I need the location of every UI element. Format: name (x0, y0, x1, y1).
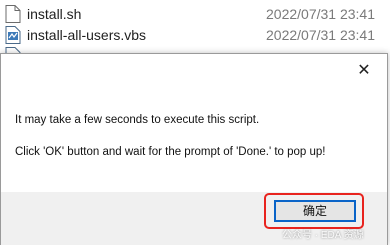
dialog-body: It may take a few seconds to execute thi… (1, 84, 387, 192)
file-name: install-all-users.vbs (27, 27, 147, 43)
close-icon: ✕ (357, 62, 371, 79)
ok-button[interactable]: 确定 (274, 200, 356, 222)
close-button[interactable]: ✕ (353, 60, 375, 82)
message-line-1: It may take a few seconds to execute thi… (15, 114, 260, 126)
file-row[interactable]: install-all-users.vbs 2022/07/31 23:41 (0, 24, 390, 46)
screen: install.sh 2022/07/31 23:41 install-all-… (0, 0, 390, 245)
file-row[interactable]: install.sh 2022/07/31 23:41 (0, 3, 390, 25)
file-date: 2022/07/31 23:41 (266, 6, 375, 22)
vbs-script-icon (5, 26, 21, 44)
watermark: 公众号 · EDA 资源 (282, 230, 364, 241)
message-line-2: Click 'OK' button and wait for the promp… (15, 146, 326, 158)
document-icon (5, 5, 21, 23)
file-date: 2022/07/31 23:41 (266, 27, 375, 43)
file-name: install.sh (27, 6, 82, 22)
